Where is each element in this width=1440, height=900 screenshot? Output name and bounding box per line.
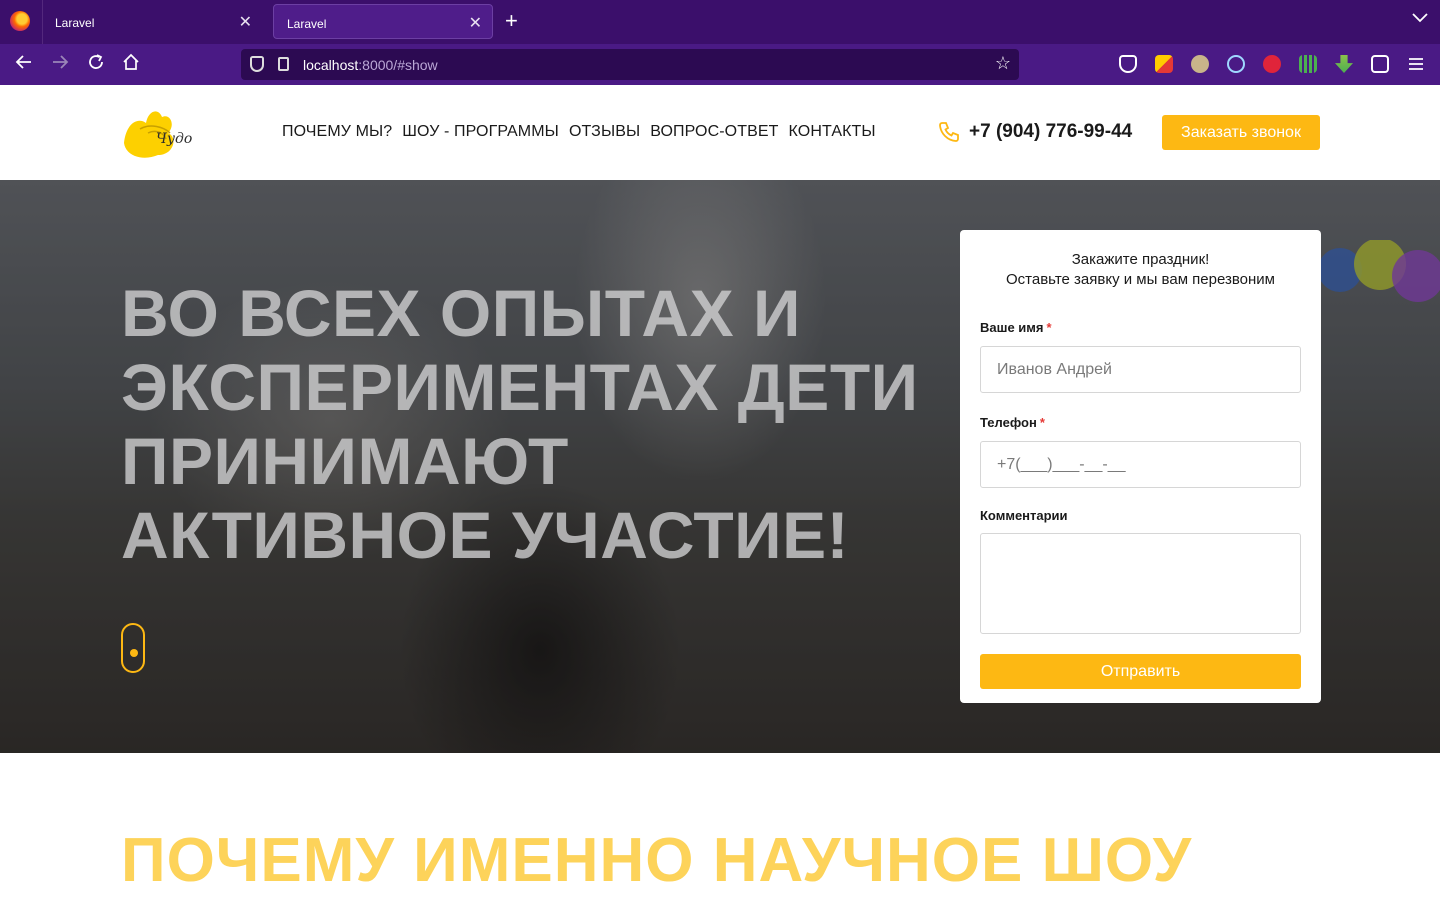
section-title: ПОЧЕМУ ИМЕННО НАУЧНОЕ ШОУ bbox=[121, 826, 1193, 895]
reload-icon[interactable] bbox=[84, 53, 108, 77]
page-icon bbox=[278, 57, 289, 71]
main-menu: ПОЧЕМУ МЫ? ШОУ - ПРОГРАММЫ ОТЗЫВЫ ВОПРОС… bbox=[282, 123, 876, 141]
required-mark: * bbox=[1046, 320, 1052, 335]
url-host: localhost bbox=[303, 57, 359, 73]
home-icon[interactable] bbox=[119, 53, 143, 77]
extensions-icon[interactable] bbox=[1371, 55, 1389, 73]
site-logo[interactable]: Чудо bbox=[120, 103, 198, 161]
download-icon[interactable] bbox=[1335, 55, 1353, 73]
site-header: Чудо ПОЧЕМУ МЫ? ШОУ - ПРОГРАММЫ ОТЗЫВЫ В… bbox=[0, 85, 1440, 180]
close-tab-icon[interactable]: ✕ bbox=[469, 13, 482, 33]
react-devtools-icon[interactable] bbox=[1227, 55, 1245, 73]
required-mark: * bbox=[1039, 415, 1045, 430]
menu-item-reviews[interactable]: ОТЗЫВЫ bbox=[569, 123, 640, 141]
chevron-down-icon[interactable] bbox=[1412, 10, 1428, 26]
callback-button[interactable]: Заказать звонок bbox=[1162, 115, 1320, 150]
comment-label: Комментарии bbox=[980, 508, 1068, 523]
form-heading: Закажите праздник! Оставьте заявку и мы … bbox=[960, 250, 1321, 290]
browser-tab-1[interactable]: Laravel ✕ bbox=[42, 4, 262, 39]
menu-item-contacts[interactable]: КОНТАКТЫ bbox=[789, 123, 876, 141]
browser-nav-bar: localhost:8000/#show ☆ bbox=[0, 44, 1440, 85]
scroll-indicator[interactable] bbox=[121, 623, 145, 673]
forward-arrow-icon[interactable] bbox=[48, 53, 72, 77]
shield-icon[interactable] bbox=[250, 56, 264, 72]
address-bar[interactable]: localhost:8000/#show ☆ bbox=[241, 49, 1019, 80]
hero-section: ВО ВСЕХ ОПЫТАХ И ЭКСПЕРИМЕНТАХ ДЕТИ ПРИН… bbox=[0, 180, 1440, 753]
close-tab-icon[interactable]: ✕ bbox=[239, 12, 252, 32]
phone-label: Телефон * bbox=[980, 415, 1045, 430]
name-label: Ваше имя * bbox=[980, 320, 1052, 335]
browser-tab-2[interactable]: Laravel ✕ bbox=[273, 4, 493, 39]
phone-label-text: Телефон bbox=[980, 415, 1037, 430]
tab-title: Laravel bbox=[287, 17, 327, 31]
new-tab-button[interactable]: + bbox=[505, 9, 518, 33]
phone-icon bbox=[937, 120, 961, 144]
back-arrow-icon[interactable] bbox=[12, 53, 36, 77]
url-text[interactable]: localhost:8000/#show bbox=[303, 57, 438, 73]
menu-item-faq[interactable]: ВОПРОС-ОТВЕТ bbox=[650, 123, 778, 141]
menu-item-programs[interactable]: ШОУ - ПРОГРАММЫ bbox=[402, 123, 559, 141]
bookmark-star-icon[interactable]: ☆ bbox=[995, 53, 1011, 74]
firefox-icon[interactable] bbox=[10, 11, 30, 31]
extension-icon[interactable] bbox=[1191, 55, 1209, 73]
scroll-indicator-dot bbox=[130, 649, 138, 657]
browser-tab-bar: Laravel ✕ Laravel ✕ + bbox=[0, 0, 1440, 44]
form-heading-line1: Закажите праздник! bbox=[1071, 251, 1210, 268]
comment-textarea[interactable] bbox=[980, 533, 1301, 634]
name-input[interactable] bbox=[980, 346, 1301, 393]
hero-title: ВО ВСЕХ ОПЫТАХ И ЭКСПЕРИМЕНТАХ ДЕТИ ПРИН… bbox=[121, 276, 919, 572]
hamburger-menu-icon[interactable] bbox=[1404, 53, 1428, 77]
phone-number[interactable]: +7 (904) 776-99-44 bbox=[969, 121, 1132, 143]
extension-icon[interactable] bbox=[1299, 55, 1317, 73]
tab-title: Laravel bbox=[55, 16, 95, 30]
submit-button[interactable]: Отправить bbox=[980, 654, 1301, 689]
form-heading-line2: Оставьте заявку и мы вам перезвоним bbox=[1006, 271, 1275, 288]
order-form: Закажите праздник! Оставьте заявку и мы … bbox=[960, 230, 1321, 703]
extension-icon[interactable] bbox=[1155, 55, 1173, 73]
url-path: :8000/#show bbox=[358, 57, 438, 73]
name-label-text: Ваше имя bbox=[980, 320, 1044, 335]
phone-input[interactable] bbox=[980, 441, 1301, 488]
menu-item-why-us[interactable]: ПОЧЕМУ МЫ? bbox=[282, 123, 392, 141]
adblock-icon[interactable] bbox=[1263, 55, 1281, 73]
logo-text: Чудо bbox=[156, 131, 192, 147]
pocket-icon[interactable] bbox=[1119, 55, 1137, 73]
